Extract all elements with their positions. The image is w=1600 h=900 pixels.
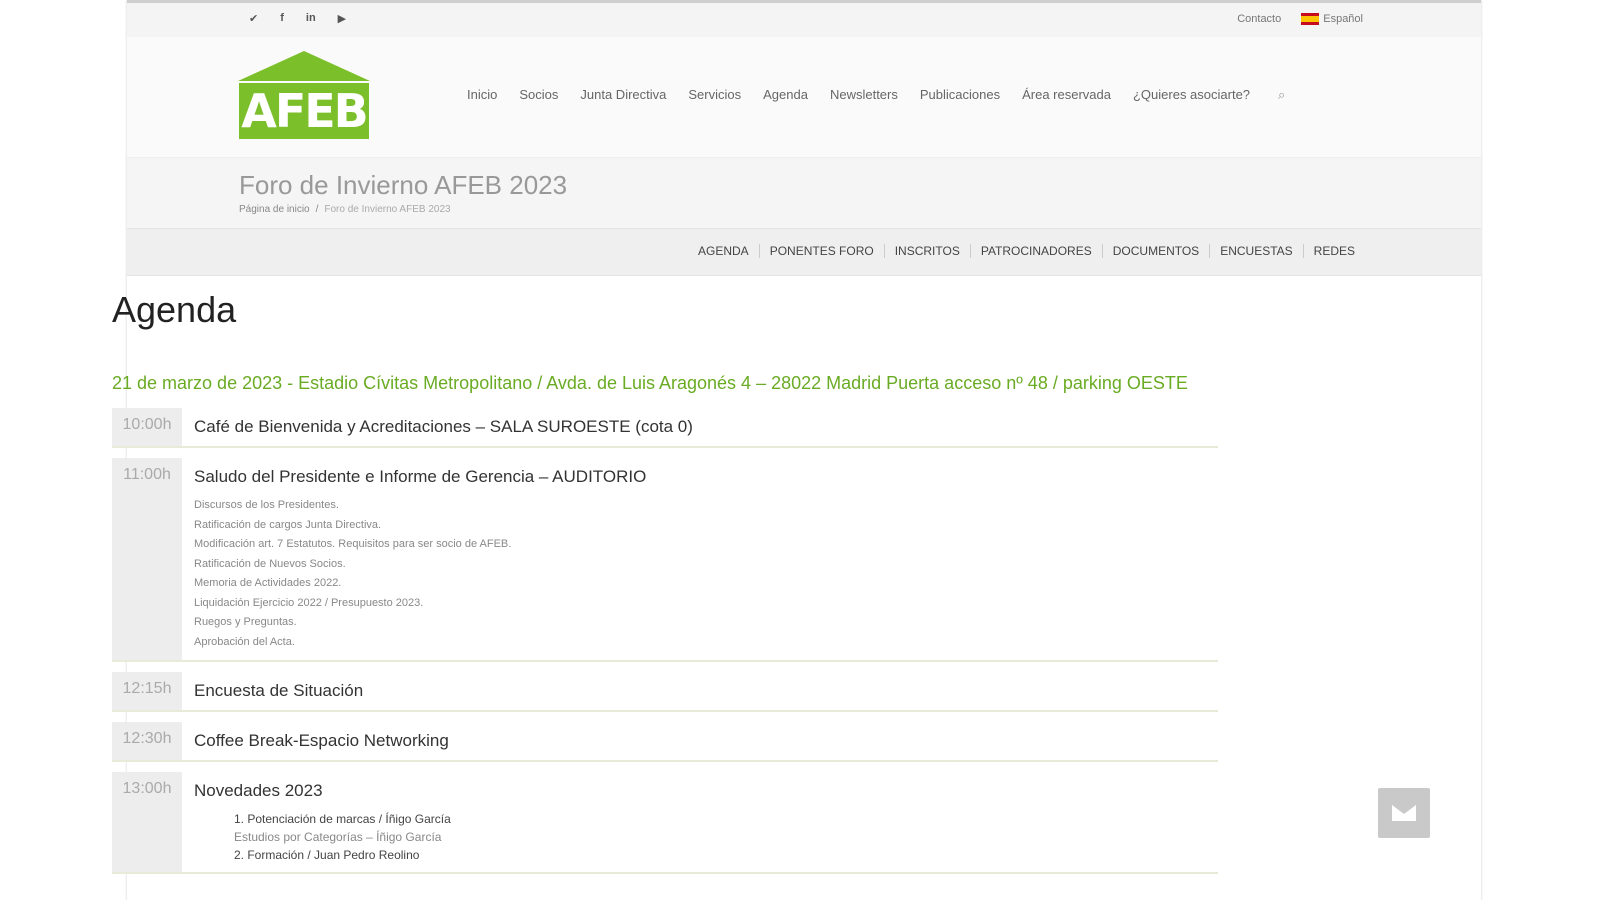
agenda-title: Coffee Break-Espacio Networking	[194, 731, 449, 750]
language-selector[interactable]: Español	[1301, 13, 1363, 26]
nav-item-servicios[interactable]: Servicios	[688, 87, 741, 103]
section-nav-encuestas[interactable]: ENCUESTAS	[1209, 244, 1302, 258]
agenda-detail-item: Liquidación Ejercicio 2022 / Presupuesto…	[194, 596, 424, 609]
agenda-title: Encuesta de Situación	[194, 681, 364, 700]
top-right-links: Contacto Español	[1237, 13, 1363, 26]
agenda-title: Novedades 2023	[194, 781, 323, 800]
nav-item-inicio[interactable]: Inicio	[467, 87, 497, 103]
agenda-row: 10:00h Café de Bienvenida y Acreditacion…	[112, 408, 1218, 448]
agenda-row: 11:00h Saludo del Presidente e Informe d…	[112, 458, 1218, 662]
nav-item-newsletters[interactable]: Newsletters	[830, 87, 898, 103]
page-title: Foro de Invierno AFEB 2023	[239, 170, 568, 200]
agenda-time: 12:15h	[112, 672, 182, 710]
agenda-time: 10:00h	[112, 408, 182, 446]
agenda-sublist: 1. Potenciación de marcas / Íñigo García…	[234, 810, 1206, 864]
agenda-detail-item: Ratificación de cargos Junta Directiva.	[194, 518, 382, 531]
breadcrumb: Página de inicio / Foro de Invierno AFEB 2…	[239, 204, 451, 215]
nav-item-asociarte[interactable]: ¿Quieres asociarte?	[1133, 87, 1250, 103]
agenda-sub-note: Estudios por Categorías – Íñigo García	[234, 830, 442, 844]
agenda-heading: Agenda	[112, 289, 237, 330]
breadcrumb-home[interactable]: Página de inicio	[239, 204, 310, 215]
section-nav-patrocinadores[interactable]: PATROCINADORES	[969, 244, 1102, 258]
agenda-detail-item: Ratificación de Nuevos Socios.	[194, 557, 346, 570]
agenda-content: Agenda 21 de marzo de 2023 - Estadio Cív…	[112, 290, 1218, 884]
contact-float-button[interactable]	[1378, 788, 1430, 838]
title-bar: Foro de Invierno AFEB 2023 Página de ini…	[127, 157, 1481, 228]
section-nav: AGENDA PONENTES FORO INSCRITOS PATROCINA…	[127, 228, 1481, 276]
search-icon[interactable]: ⌕	[1278, 87, 1285, 103]
linkedin-icon[interactable]: in	[306, 12, 316, 25]
agenda-row: 12:15h Encuesta de Situación	[112, 672, 1218, 712]
section-nav-redes[interactable]: REDES	[1302, 244, 1365, 258]
agenda-sub-item: 2. Formación / Juan Pedro Reolino	[234, 848, 420, 862]
main-nav: Inicio Socios Junta Directiva Servicios …	[467, 87, 1285, 103]
social-links: ✔ f in ▶	[249, 12, 346, 25]
section-nav-agenda[interactable]: AGENDA	[688, 244, 759, 258]
breadcrumb-current: Foro de Invierno AFEB 2023	[324, 204, 451, 215]
spain-flag-icon	[1301, 13, 1320, 26]
language-label: Español	[1323, 13, 1363, 25]
envelope-icon	[1392, 805, 1416, 821]
nav-item-socios[interactable]: Socios	[519, 87, 558, 103]
agenda-detail-item: Ruegos y Preguntas.	[194, 616, 297, 628]
facebook-icon[interactable]: f	[280, 12, 284, 25]
agenda-row: 12:30h Coffee Break-Espacio Networking	[112, 722, 1218, 762]
event-date-location: 21 de marzo de 2023 - Estadio Cívitas Me…	[112, 373, 1188, 393]
twitter-icon[interactable]: ✔	[249, 12, 258, 25]
agenda-time: 12:30h	[112, 722, 182, 760]
section-nav-ponentes[interactable]: PONENTES FORO	[758, 244, 884, 258]
breadcrumb-separator: /	[315, 204, 319, 215]
agenda-title: Café de Bienvenida y Acreditaciones – SA…	[194, 417, 693, 436]
agenda-time: 11:00h	[112, 458, 182, 660]
nav-item-junta-directiva[interactable]: Junta Directiva	[580, 87, 666, 103]
agenda-row: 13:00h Novedades 2023 1. Potenciación de…	[112, 772, 1218, 874]
section-nav-inscritos[interactable]: INSCRITOS	[883, 244, 970, 258]
section-nav-documentos[interactable]: DOCUMENTOS	[1101, 244, 1209, 258]
nav-item-publicaciones[interactable]: Publicaciones	[920, 87, 1000, 103]
agenda-time: 13:00h	[112, 772, 182, 872]
nav-item-agenda[interactable]: Agenda	[763, 87, 808, 103]
youtube-icon[interactable]: ▶	[338, 12, 346, 25]
agenda-title: Saludo del Presidente e Informe de Geren…	[194, 467, 647, 486]
agenda-detail-item: Memoria de Actividades 2022.	[194, 577, 342, 589]
nav-item-area-reservada[interactable]: Área reservada	[1022, 87, 1111, 103]
agenda-detail-item: Modificación art. 7 Estatutos. Requisito…	[194, 538, 512, 550]
top-bar: ✔ f in ▶ Contacto Español	[127, 0, 1481, 37]
afeb-logo[interactable]: AFEB	[238, 51, 370, 139]
agenda-detail-item: Discursos de los Presidentes.	[194, 499, 339, 511]
agenda-detail-item: Aprobación del Acta.	[194, 635, 295, 648]
logo-text: AFEB	[239, 83, 369, 139]
logo-roof	[238, 51, 370, 81]
agenda-sub-item: 1. Potenciación de marcas / Íñigo García	[234, 812, 451, 826]
site-header: AFEB Inicio Socios Junta Directiva Servi…	[127, 37, 1481, 157]
contact-link[interactable]: Contacto	[1237, 13, 1281, 25]
agenda-details: Discursos de los Presidentes. Ratificaci…	[194, 496, 1206, 652]
